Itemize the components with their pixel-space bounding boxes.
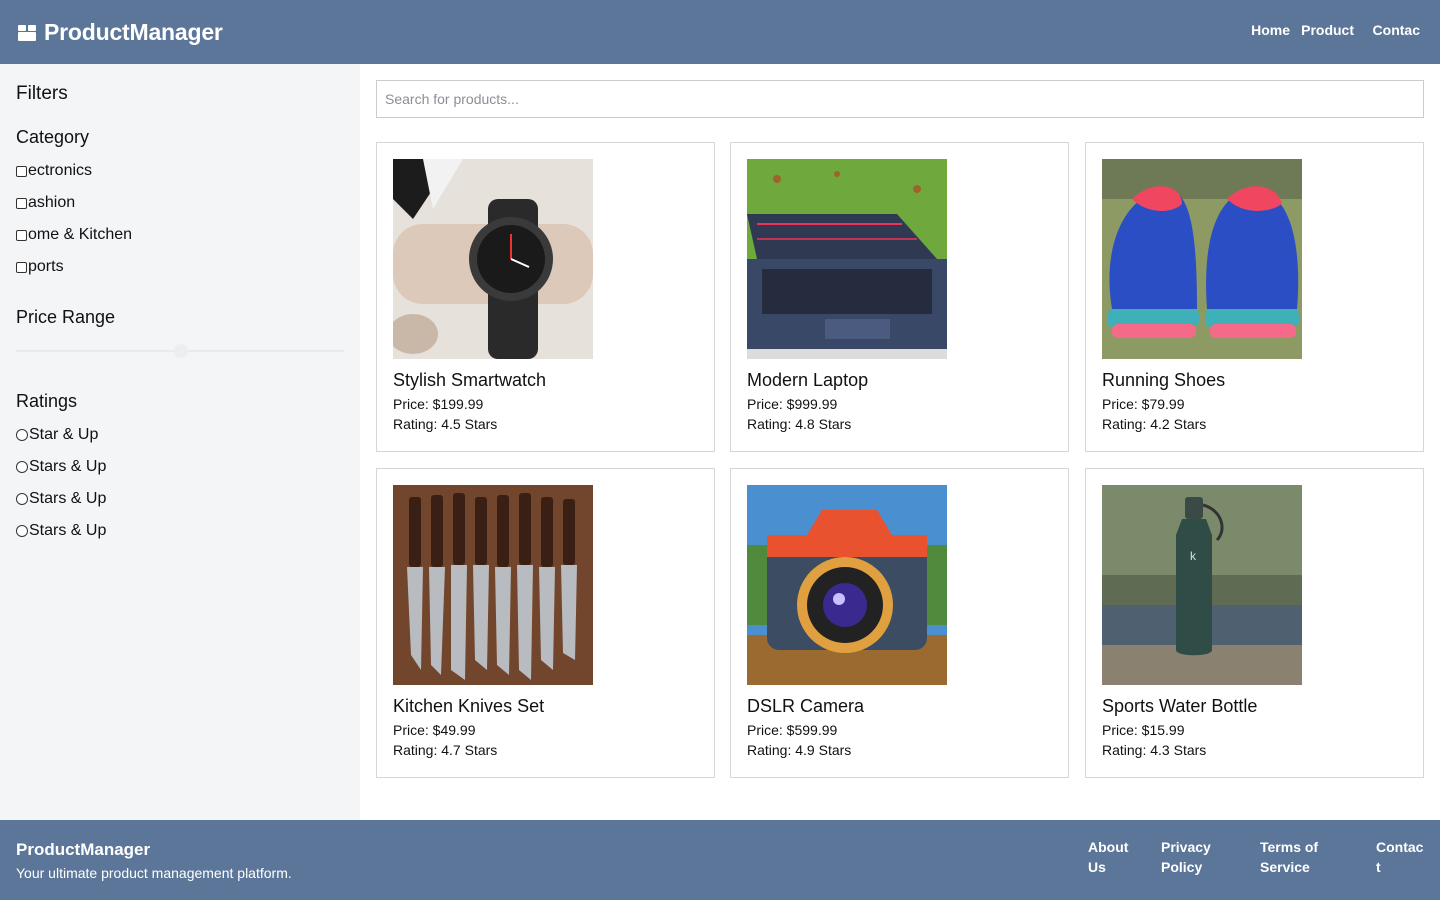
checkbox[interactable] — [16, 261, 27, 273]
product-price: Price: $199.99 — [393, 396, 484, 412]
category-option-fashion[interactable]: ashion — [16, 193, 75, 213]
filters-heading: Filters — [16, 83, 68, 104]
svg-text:k: k — [1190, 549, 1197, 563]
rating-label: Stars & Up — [29, 458, 107, 475]
price-range-heading: Price Range — [16, 307, 116, 327]
product-name[interactable]: DSLR Camera — [747, 696, 864, 717]
product-name[interactable]: Stylish Smartwatch — [393, 370, 546, 391]
footer-brand: ProductManager — [16, 840, 151, 859]
product-image-kitchen-knives[interactable] — [393, 485, 593, 685]
product-card[interactable]: Running Shoes Price: $79.99 Rating: 4.2 … — [1085, 142, 1424, 452]
product-name[interactable]: Running Shoes — [1102, 370, 1225, 391]
footer-link-terms[interactable]: Terms of Service — [1260, 837, 1324, 877]
category-heading: Category — [16, 127, 90, 147]
search-input[interactable] — [385, 91, 1423, 107]
product-image-dslr-camera[interactable] — [747, 485, 947, 685]
category-label: ectronics — [28, 162, 93, 179]
brand-name: ProductManager — [44, 18, 223, 45]
product-rating: Rating: 4.8 Stars — [747, 416, 852, 432]
top-navbar: ProductManager Home Product Contac — [0, 0, 1440, 64]
radio-button[interactable] — [16, 493, 28, 505]
slider-thumb[interactable] — [174, 344, 188, 358]
package-icon — [18, 25, 36, 41]
product-rating: Rating: 4.7 Stars — [393, 742, 498, 758]
product-image-water-bottle[interactable]: k — [1102, 485, 1302, 685]
rating-label: Stars & Up — [29, 490, 107, 507]
checkbox[interactable] — [16, 165, 27, 177]
search-bar — [376, 80, 1424, 118]
product-rating: Rating: 4.9 Stars — [747, 742, 852, 758]
radio-button[interactable] — [16, 429, 28, 441]
product-name[interactable]: Sports Water Bottle — [1102, 696, 1257, 717]
rating-option-4[interactable]: Stars & Up — [16, 521, 106, 541]
category-option-sports[interactable]: ports — [16, 257, 64, 277]
footer-tagline: Your ultimate product management platfor… — [16, 865, 292, 881]
product-rating: Rating: 4.3 Stars — [1102, 742, 1207, 758]
filters-sidebar: Filters Category ectronics ashion ome & … — [0, 64, 360, 820]
nav-contact[interactable]: Contac — [1373, 22, 1420, 38]
footer: ProductManager Your ultimate product man… — [0, 820, 1440, 900]
category-option-electronics[interactable]: ectronics — [16, 161, 92, 181]
rating-label: Star & Up — [29, 426, 99, 443]
product-image-smartwatch[interactable] — [393, 159, 593, 359]
checkbox[interactable] — [16, 197, 27, 209]
product-name[interactable]: Modern Laptop — [747, 370, 868, 391]
nav-home[interactable]: Home — [1251, 22, 1290, 38]
footer-link-privacy[interactable]: Privacy Policy — [1161, 837, 1221, 877]
product-rating: Rating: 4.2 Stars — [1102, 416, 1207, 432]
product-card[interactable]: Modern Laptop Price: $999.99 Rating: 4.8… — [730, 142, 1069, 452]
radio-button[interactable] — [16, 461, 28, 473]
rating-option-3[interactable]: Stars & Up — [16, 489, 106, 509]
product-image-running-shoes[interactable] — [1102, 159, 1302, 359]
product-card[interactable]: k Sports Water Bottle Price: $15.99 Rati… — [1085, 468, 1424, 778]
product-price: Price: $49.99 — [393, 722, 476, 738]
brand-logo[interactable]: ProductManager — [16, 17, 223, 47]
footer-link-about[interactable]: About Us — [1088, 837, 1150, 877]
category-option-home-kitchen[interactable]: ome & Kitchen — [16, 225, 132, 245]
rating-label: Stars & Up — [29, 522, 107, 539]
product-price: Price: $599.99 — [747, 722, 838, 738]
checkbox[interactable] — [16, 229, 27, 241]
product-card[interactable]: DSLR Camera Price: $599.99 Rating: 4.9 S… — [730, 468, 1069, 778]
product-price: Price: $79.99 — [1102, 396, 1185, 412]
product-name[interactable]: Kitchen Knives Set — [393, 696, 544, 717]
category-label: ome & Kitchen — [28, 226, 133, 243]
footer-link-contact[interactable]: Contac t — [1376, 837, 1430, 877]
ratings-heading: Ratings — [16, 391, 78, 411]
product-rating: Rating: 4.5 Stars — [393, 416, 498, 432]
product-card[interactable]: Kitchen Knives Set Price: $49.99 Rating:… — [376, 468, 715, 778]
rating-option-2[interactable]: Stars & Up — [16, 457, 106, 477]
category-label: ports — [28, 258, 64, 275]
price-range-slider[interactable] — [16, 344, 344, 358]
product-price: Price: $999.99 — [747, 396, 838, 412]
product-image-laptop[interactable] — [747, 159, 947, 359]
product-card[interactable]: Stylish Smartwatch Price: $199.99 Rating… — [376, 142, 715, 452]
rating-option-1[interactable]: Star & Up — [16, 425, 98, 445]
radio-button[interactable] — [16, 525, 28, 537]
product-price: Price: $15.99 — [1102, 722, 1185, 738]
category-label: ashion — [28, 194, 76, 211]
nav-product[interactable]: Product — [1301, 22, 1354, 38]
